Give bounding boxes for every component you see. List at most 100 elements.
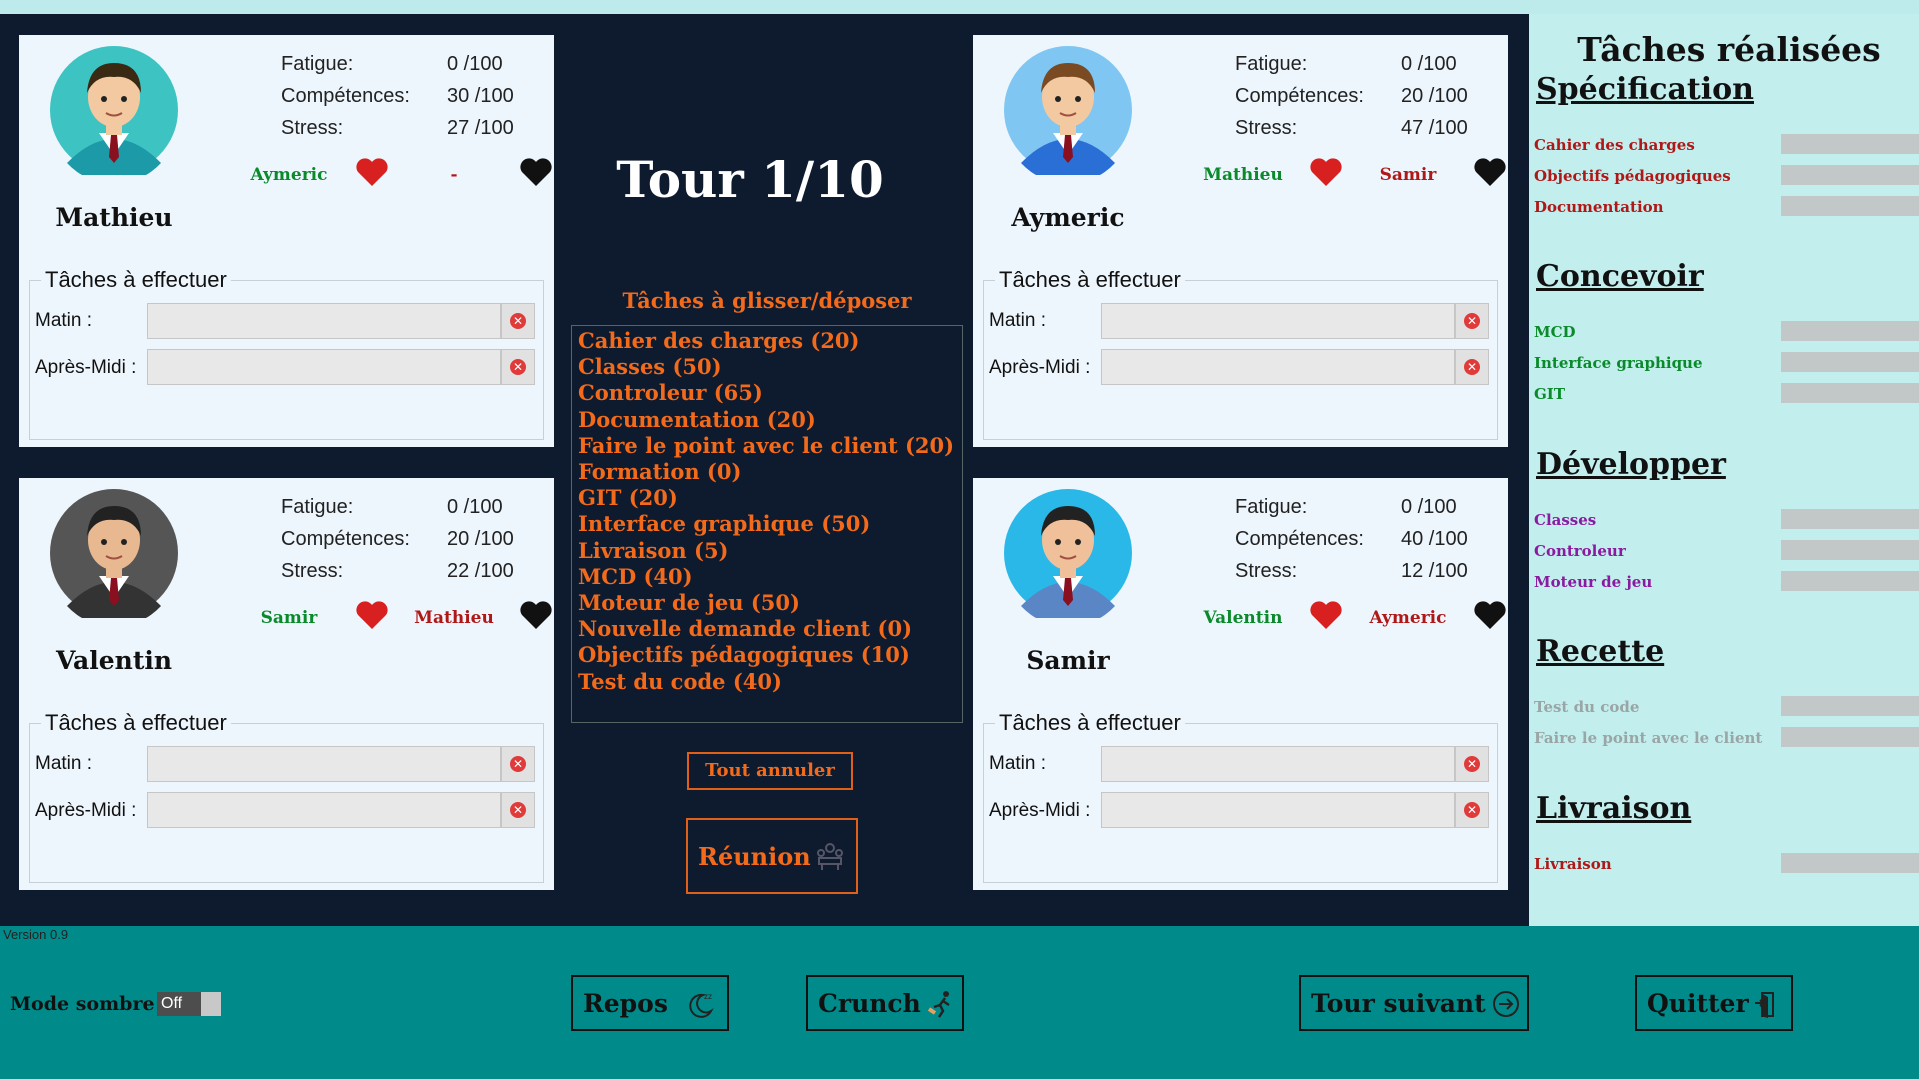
task-progress-bar	[1781, 571, 1919, 591]
clear-icon: ✕	[510, 802, 526, 818]
task-progress-bar	[1781, 134, 1919, 154]
draggable-task[interactable]: GIT (20)	[578, 485, 678, 510]
dark-mode-label: Mode sombre	[10, 993, 155, 1015]
draggable-task[interactable]: MCD (40)	[578, 564, 693, 589]
dragdrop-title: Tâches à glisser/déposer	[622, 288, 912, 313]
cancel-all-button[interactable]: Tout annuler	[687, 752, 853, 790]
rest-label: Repos	[583, 989, 668, 1018]
stress-label: Stress:	[1235, 117, 1298, 139]
stress-label: Stress:	[281, 117, 344, 139]
black-heart-icon	[520, 601, 552, 629]
meeting-icon	[817, 843, 843, 870]
draggable-task[interactable]: Faire le point avec le client (20)	[578, 433, 954, 458]
clear-morning-button[interactable]: ✕	[1455, 746, 1489, 782]
meeting-button[interactable]: Réunion	[686, 818, 858, 894]
section-title: Spécification	[1536, 72, 1754, 107]
heart-icon	[356, 158, 388, 186]
next-turn-label: Tour suivant	[1311, 989, 1486, 1018]
draggable-task[interactable]: Moteur de jeu (50)	[578, 590, 800, 615]
draggable-task[interactable]: Livraison (5)	[578, 538, 729, 563]
completed-task-label: GIT	[1534, 385, 1565, 403]
clear-morning-button[interactable]: ✕	[1455, 303, 1489, 339]
draggable-task[interactable]: Cahier des charges (20)	[578, 328, 859, 353]
dark-mode-toggle[interactable]: Off	[157, 992, 221, 1016]
stress-value: 12 /100	[1401, 560, 1468, 582]
draggable-task[interactable]: Test du code (40)	[578, 669, 782, 694]
clear-afternoon-button[interactable]: ✕	[501, 349, 535, 385]
morning-task-slot[interactable]	[1101, 303, 1455, 339]
completed-task-label: Documentation	[1534, 198, 1664, 216]
competences-label: Compétences:	[1235, 85, 1364, 107]
draggable-task[interactable]: Formation (0)	[578, 459, 741, 484]
exit-door-icon	[1755, 992, 1774, 1018]
clear-afternoon-button[interactable]: ✕	[1455, 792, 1489, 828]
clear-morning-button[interactable]: ✕	[501, 746, 535, 782]
disliked-colleague: Aymeric	[1369, 608, 1447, 628]
avatar	[1004, 46, 1132, 175]
draggable-task[interactable]: Interface graphique (50)	[578, 511, 870, 536]
afternoon-task-slot[interactable]	[147, 349, 501, 385]
stress-label: Stress:	[281, 560, 344, 582]
clear-icon: ✕	[510, 359, 526, 375]
crunch-label: Crunch	[818, 989, 921, 1018]
toggle-state: Off	[157, 992, 201, 1016]
runner-icon	[927, 991, 950, 1018]
tasks-legend: Tâches à effectuer	[995, 710, 1185, 736]
draggable-task[interactable]: Nouvelle demande client (0)	[578, 616, 912, 641]
black-heart-icon	[1474, 601, 1506, 629]
competences-value: 20 /100	[447, 528, 514, 550]
afternoon-task-slot[interactable]	[1101, 792, 1455, 828]
avatar	[50, 489, 178, 618]
stress-value: 47 /100	[1401, 117, 1468, 139]
moon-sleep-icon: zz	[689, 992, 714, 1018]
clear-icon: ✕	[510, 756, 526, 772]
fatigue-label: Fatigue:	[281, 496, 354, 518]
quit-button[interactable]: Quitter	[1635, 975, 1793, 1031]
morning-task-slot[interactable]	[147, 303, 501, 339]
fatigue-value: 0 /100	[1401, 496, 1457, 518]
rest-button[interactable]: Repos zz	[571, 975, 729, 1031]
meeting-label: Réunion	[698, 842, 811, 871]
task-pool: Cahier des charges (20) Classes (50) Contr…	[571, 325, 963, 723]
task-progress-bar	[1781, 853, 1919, 873]
draggable-task[interactable]: Controleur (65)	[578, 380, 763, 405]
morning-task-slot[interactable]	[147, 746, 501, 782]
tasks-legend: Tâches à effectuer	[41, 710, 231, 736]
fatigue-label: Fatigue:	[1235, 53, 1308, 75]
section-title: Recette	[1536, 634, 1665, 669]
clear-afternoon-button[interactable]: ✕	[501, 792, 535, 828]
stress-value: 27 /100	[447, 117, 514, 139]
task-progress-bar	[1781, 509, 1919, 529]
completed-task-label: Livraison	[1534, 855, 1612, 873]
player-card: Aymeric Fatigue: 0 /100 Compétences: 20 …	[973, 35, 1508, 447]
fatigue-label: Fatigue:	[281, 53, 354, 75]
crunch-button[interactable]: Crunch	[806, 975, 964, 1031]
liked-colleague: Mathieu	[1203, 165, 1283, 185]
fatigue-value: 0 /100	[1401, 53, 1457, 75]
player-name: Samir	[1026, 646, 1110, 675]
stress-value: 22 /100	[447, 560, 514, 582]
fatigue-value: 0 /100	[447, 53, 503, 75]
black-heart-icon	[520, 158, 552, 186]
next-turn-button[interactable]: Tour suivant	[1299, 975, 1529, 1031]
draggable-task[interactable]: Objectifs pédagogiques (10)	[578, 642, 910, 667]
afternoon-label: Après-Midi :	[35, 800, 137, 821]
clear-icon: ✕	[1464, 802, 1480, 818]
afternoon-task-slot[interactable]	[147, 792, 501, 828]
avatar	[50, 46, 178, 175]
morning-task-slot[interactable]	[1101, 746, 1455, 782]
clear-afternoon-button[interactable]: ✕	[1455, 349, 1489, 385]
afternoon-task-slot[interactable]	[1101, 349, 1455, 385]
tasks-legend: Tâches à effectuer	[41, 267, 231, 293]
competences-value: 20 /100	[1401, 85, 1468, 107]
player-name: Valentin	[55, 646, 173, 675]
clear-morning-button[interactable]: ✕	[501, 303, 535, 339]
draggable-task[interactable]: Documentation (20)	[578, 407, 816, 432]
arrow-circle-icon	[1493, 991, 1519, 1017]
task-progress-bar	[1781, 196, 1919, 216]
competences-value: 40 /100	[1401, 528, 1468, 550]
clear-icon: ✕	[510, 313, 526, 329]
draggable-task[interactable]: Classes (50)	[578, 354, 722, 379]
completed-tasks-title: Tâches réalisées	[1577, 30, 1881, 69]
disliked-colleague: Samir	[1379, 165, 1437, 185]
